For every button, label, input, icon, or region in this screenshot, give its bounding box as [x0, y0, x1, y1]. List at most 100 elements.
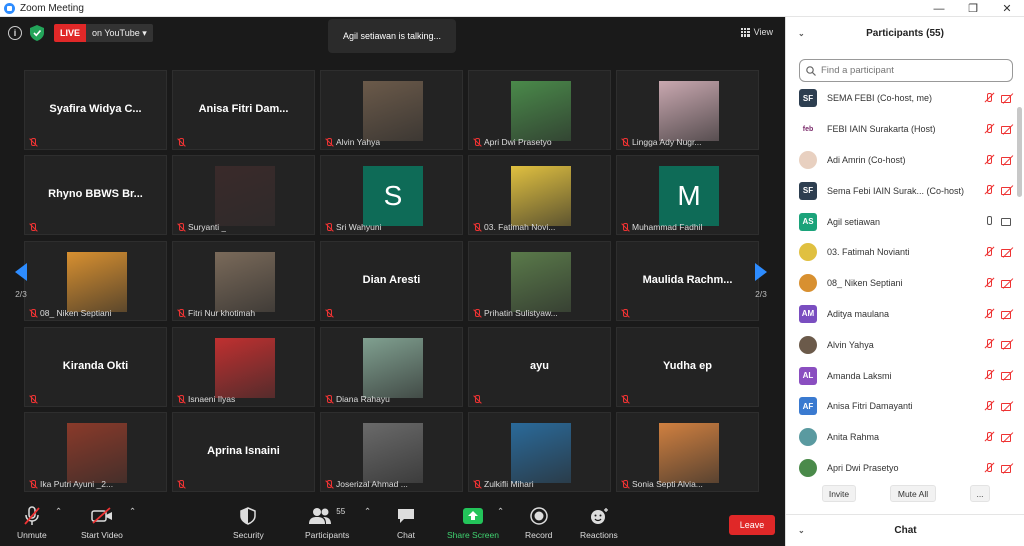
mic-muted-icon[interactable] [983, 338, 995, 350]
mute-all-button[interactable]: Mute All [890, 485, 936, 502]
participant-row[interactable]: SF SEMA FEBI (Co-host, me) [786, 83, 1018, 114]
video-tile[interactable]: Fitri Nur khotimah [172, 241, 315, 321]
video-tile[interactable]: Suryanti _ [172, 155, 315, 235]
participant-row[interactable]: Alvin Yahya [786, 329, 1018, 360]
collapse-chevron-icon[interactable]: ⌄ [798, 29, 805, 38]
participant-row[interactable]: SF Sema Febi IAIN Surak... (Co-host) [786, 175, 1018, 206]
unmute-button[interactable]: Unmute [17, 506, 47, 540]
participant-row[interactable]: AM Aditya maulana [786, 299, 1018, 330]
security-button[interactable]: Security [233, 506, 264, 540]
video-icon[interactable] [1001, 215, 1014, 227]
scrollbar-thumb[interactable] [1017, 107, 1022, 197]
reactions-button[interactable]: Reactions [580, 506, 618, 540]
participant-row[interactable]: Anita Rahma [786, 422, 1018, 453]
video-tile[interactable]: Apri Dwi Prasetyo [468, 70, 611, 150]
encryption-shield-icon[interactable] [30, 25, 44, 41]
leave-button[interactable]: Leave [729, 515, 775, 535]
video-tile[interactable]: Kiranda Okti [24, 327, 167, 407]
video-off-icon[interactable] [1001, 462, 1014, 474]
video-tile[interactable]: Dian Aresti [320, 241, 463, 321]
video-tile[interactable]: Ika Putri Ayuni _2... [24, 412, 167, 492]
video-tile[interactable]: ayu [468, 327, 611, 407]
video-tile[interactable]: 03. Fatimah Novi... [468, 155, 611, 235]
chat-header[interactable]: ⌄ Chat [786, 514, 1024, 546]
video-tile[interactable]: Alvin Yahya [320, 70, 463, 150]
mic-muted-icon[interactable] [983, 184, 995, 196]
minimize-button[interactable]: — [922, 0, 956, 17]
video-off-icon[interactable] [1001, 277, 1014, 289]
video-off-icon[interactable] [1001, 400, 1014, 412]
video-off-icon[interactable] [1001, 338, 1014, 350]
mic-muted-icon[interactable] [983, 123, 995, 135]
video-tile[interactable]: Aprina Isnaini [172, 412, 315, 492]
participant-row[interactable]: AS Agil setiawan [786, 206, 1018, 237]
video-tile[interactable]: Yudha ep [616, 327, 759, 407]
info-icon[interactable]: i [8, 26, 22, 40]
close-button[interactable]: ✕ [990, 0, 1024, 17]
participants-scrollbar[interactable] [1017, 83, 1022, 483]
participant-row[interactable]: feb FEBI IAIN Surakarta (Host) [786, 114, 1018, 145]
next-page-button[interactable]: 2/3 [746, 250, 776, 312]
participant-search[interactable] [799, 59, 1013, 82]
mic-muted-icon[interactable] [983, 400, 995, 412]
video-tile[interactable]: Rhyno BBWS Br... [24, 155, 167, 235]
video-tile[interactable]: Anisa Fitri Dam... [172, 70, 315, 150]
live-stream-button[interactable]: LIVE on YouTube ▾ [54, 24, 153, 42]
mic-muted-icon[interactable] [983, 431, 995, 443]
audio-options-caret[interactable]: ⌃ [55, 506, 62, 517]
video-tile[interactable]: 08_ Niken Septiani [24, 241, 167, 321]
video-off-icon[interactable] [1001, 431, 1014, 443]
video-tile[interactable]: Prihatin Sulistyaw... [468, 241, 611, 321]
participant-avatar [799, 335, 817, 354]
mic-muted-icon[interactable] [983, 92, 995, 104]
video-tile[interactable]: Sonia Septi Alvia... [616, 412, 759, 492]
search-input[interactable] [821, 65, 1001, 76]
start-video-button[interactable]: Start Video [81, 506, 123, 540]
video-tile[interactable]: Zulkifli Mihari [468, 412, 611, 492]
participant-row[interactable]: 08_ Niken Septiani [786, 268, 1018, 299]
share-options-caret[interactable]: ⌃ [497, 506, 504, 517]
participant-row[interactable]: AF Anisa Fitri Damayanti [786, 391, 1018, 422]
video-tile[interactable]: Syafira Widya C... [24, 70, 167, 150]
video-off-icon[interactable] [1001, 246, 1014, 258]
mic-muted-icon[interactable] [983, 308, 995, 320]
mic-icon[interactable] [983, 215, 995, 227]
share-screen-button[interactable]: Share Screen [447, 506, 499, 540]
tile-name-label [324, 309, 336, 318]
video-tile[interactable]: Maulida Rachm... [616, 241, 759, 321]
video-off-icon[interactable] [1001, 308, 1014, 320]
video-options-caret[interactable]: ⌃ [129, 506, 136, 517]
video-off-icon[interactable] [1001, 184, 1014, 196]
video-tile[interactable]: M Muhammad Fadhil [616, 155, 759, 235]
video-off-icon[interactable] [1001, 369, 1014, 381]
participant-row[interactable]: AL Amanda Laksmi [786, 360, 1018, 391]
participants-options-caret[interactable]: ⌃ [364, 506, 371, 517]
video-tile[interactable]: S Sri Wahyuni [320, 155, 463, 235]
previous-page-button[interactable]: 2/3 [6, 250, 36, 312]
more-button[interactable]: ... [970, 485, 990, 502]
participant-row[interactable]: Apri Dwi Prasetyo [786, 453, 1018, 483]
invite-button[interactable]: Invite [822, 485, 856, 502]
video-tile[interactable]: Isnaeni Ilyas [172, 327, 315, 407]
participant-row[interactable]: 03. Fatimah Novianti [786, 237, 1018, 268]
mic-muted-icon[interactable] [983, 154, 995, 166]
video-off-icon[interactable] [1001, 154, 1014, 166]
view-button[interactable]: View [740, 27, 773, 37]
mic-muted-icon [472, 222, 481, 232]
video-off-icon[interactable] [1001, 123, 1014, 135]
video-tile[interactable]: Diana Rahayu [320, 327, 463, 407]
tile-profile-photo [511, 423, 571, 483]
video-off-icon[interactable] [1001, 92, 1014, 104]
mic-muted-icon[interactable] [983, 369, 995, 381]
chat-button[interactable]: Chat [397, 506, 415, 540]
video-tile[interactable]: Joserizal Ahmad ... [320, 412, 463, 492]
restore-button[interactable]: ❐ [956, 0, 990, 17]
mic-muted-icon[interactable] [983, 277, 995, 289]
participants-button[interactable]: 55 Participants [305, 506, 349, 541]
mic-muted-icon[interactable] [983, 462, 995, 474]
participant-row[interactable]: Adi Amrin (Co-host) [786, 145, 1018, 176]
mic-muted-icon[interactable] [983, 246, 995, 258]
record-button[interactable]: Record [525, 506, 552, 540]
expand-chevron-icon[interactable]: ⌄ [798, 526, 805, 535]
video-tile[interactable]: Lingga Ady Nugr... [616, 70, 759, 150]
